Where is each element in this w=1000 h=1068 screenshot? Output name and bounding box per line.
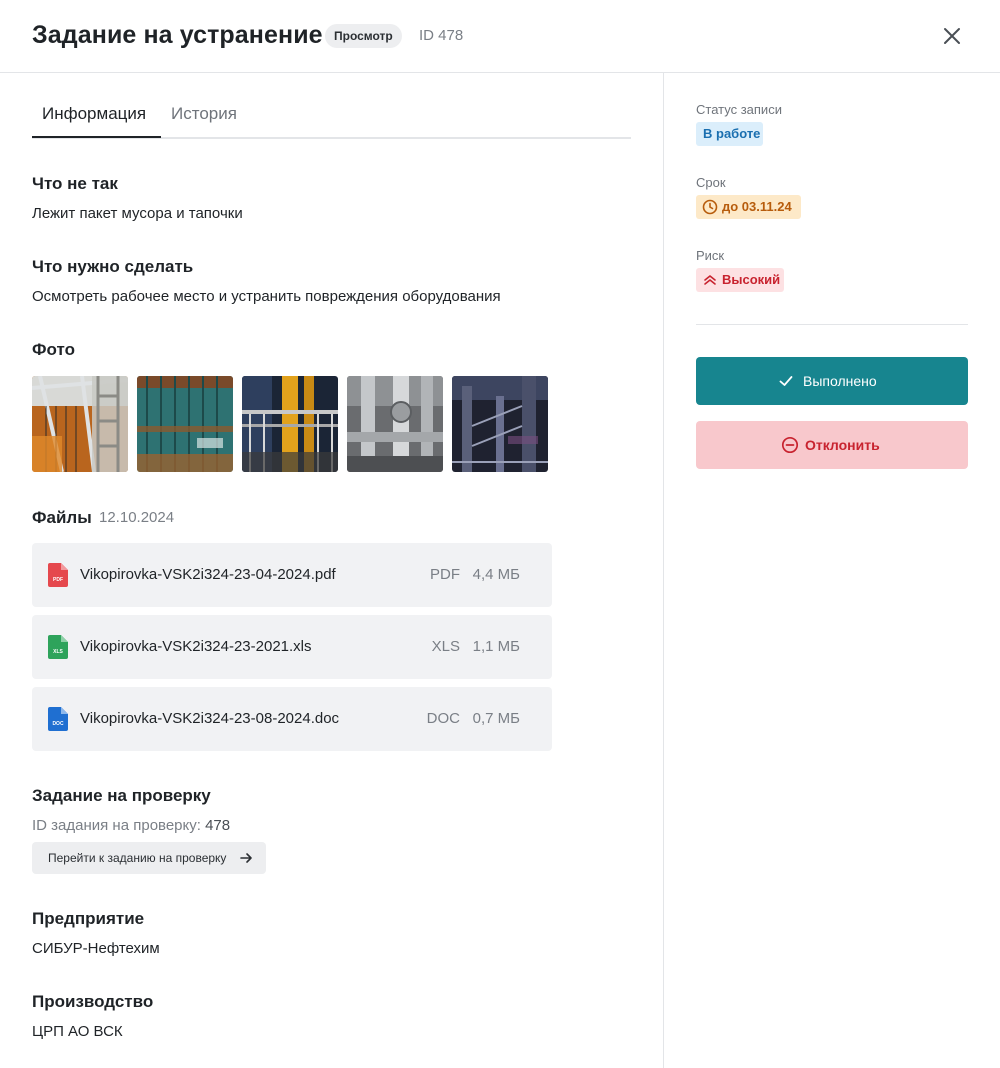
active-tab-indicator: [32, 136, 161, 138]
check-task-id: ID задания на проверку: 478: [32, 817, 230, 834]
xls-file-icon: XLS: [48, 635, 68, 659]
file-row[interactable]: DOC Vikopirovka-VSK2i324-23-08-2024.doc …: [32, 687, 552, 751]
file-size: 1,1 МБ: [472, 638, 520, 655]
record-id: ID 478: [419, 27, 464, 44]
file-type: DOC: [426, 710, 460, 727]
check-task-id-value: 478: [205, 817, 231, 834]
page-title: Задание на устранение: [32, 21, 323, 49]
complete-button-label: Выполнено: [803, 373, 877, 389]
file-name: Vikopirovka-VSK2i324-23-04-2024.pdf: [80, 566, 336, 583]
check-icon: [779, 376, 793, 386]
tab-history[interactable]: История: [171, 104, 237, 124]
risk-value: Высокий: [722, 272, 781, 287]
files-title: Файлы: [32, 508, 92, 527]
chevrons-up-icon: [704, 275, 716, 285]
tab-information[interactable]: Информация: [42, 104, 146, 124]
file-type: XLS: [431, 638, 460, 655]
complete-button[interactable]: Выполнено: [696, 357, 968, 405]
deadline-label: Срок: [696, 175, 726, 190]
dialog-header: Задание на устранение Просмотр ID 478: [0, 0, 1000, 73]
deadline-badge: до 03.11.24: [696, 195, 801, 219]
risk-label: Риск: [696, 248, 725, 263]
what-to-do-title: Что нужно сделать: [32, 257, 194, 276]
go-to-check-task-label: Перейти к заданию на проверку: [48, 851, 227, 865]
check-task-title: Задание на проверку: [32, 786, 211, 805]
deadline-value: до 03.11.24: [722, 199, 792, 214]
file-size: 4,4 МБ: [472, 566, 520, 583]
reject-button[interactable]: Отклонить: [696, 421, 968, 469]
svg-text:DOC: DOC: [52, 721, 64, 727]
reject-button-label: Отклонить: [805, 437, 880, 453]
status-badge: В работе: [696, 122, 763, 146]
check-task-id-label: ID задания на проверку:: [32, 817, 201, 834]
file-row[interactable]: XLS Vikopirovka-VSK2i324-23-2021.xls XLS…: [32, 615, 552, 679]
mode-badge: Просмотр: [325, 24, 402, 48]
files-date: 12.10.2024: [99, 509, 175, 526]
photo-thumbnail[interactable]: [32, 376, 128, 472]
production-text: ЦРП АО ВСК: [32, 1023, 123, 1040]
production-title: Производство: [32, 992, 154, 1011]
svg-text:XLS: XLS: [53, 649, 63, 655]
minus-circle-icon: [781, 436, 799, 454]
go-to-check-task-button[interactable]: Перейти к заданию на проверку: [32, 842, 266, 874]
file-name: Vikopirovka-VSK2i324-23-2021.xls: [80, 638, 312, 655]
file-row[interactable]: PDF Vikopirovka-VSK2i324-23-04-2024.pdf …: [32, 543, 552, 607]
photo-thumbnail[interactable]: [137, 376, 233, 472]
photo-thumbnail[interactable]: [452, 376, 548, 472]
photo-thumbnail[interactable]: [242, 376, 338, 472]
risk-badge: Высокий: [696, 268, 784, 292]
close-icon: [944, 28, 960, 44]
enterprise-text: СИБУР-Нефтехим: [32, 940, 160, 957]
what-to-do-text: Осмотреть рабочее место и устранить повр…: [32, 288, 501, 305]
close-button[interactable]: [938, 22, 966, 50]
photos-title: Фото: [32, 340, 75, 359]
arrow-right-icon: [240, 853, 252, 863]
panel-divider: [663, 73, 664, 1068]
pdf-file-icon: PDF: [48, 563, 68, 587]
doc-file-icon: DOC: [48, 707, 68, 731]
clock-icon: [702, 199, 718, 215]
sidebar-divider: [696, 324, 968, 325]
enterprise-title: Предприятие: [32, 909, 145, 928]
what-wrong-title: Что не так: [32, 174, 118, 193]
file-type: PDF: [430, 566, 460, 583]
tabs-bar: Информация История: [32, 92, 631, 139]
status-label: Статус записи: [696, 102, 782, 117]
photo-thumbnail[interactable]: [347, 376, 443, 472]
what-wrong-text: Лежит пакет мусора и тапочки: [32, 205, 243, 222]
file-name: Vikopirovka-VSK2i324-23-08-2024.doc: [80, 710, 340, 727]
svg-text:PDF: PDF: [53, 577, 63, 583]
file-size: 0,7 МБ: [472, 710, 520, 727]
